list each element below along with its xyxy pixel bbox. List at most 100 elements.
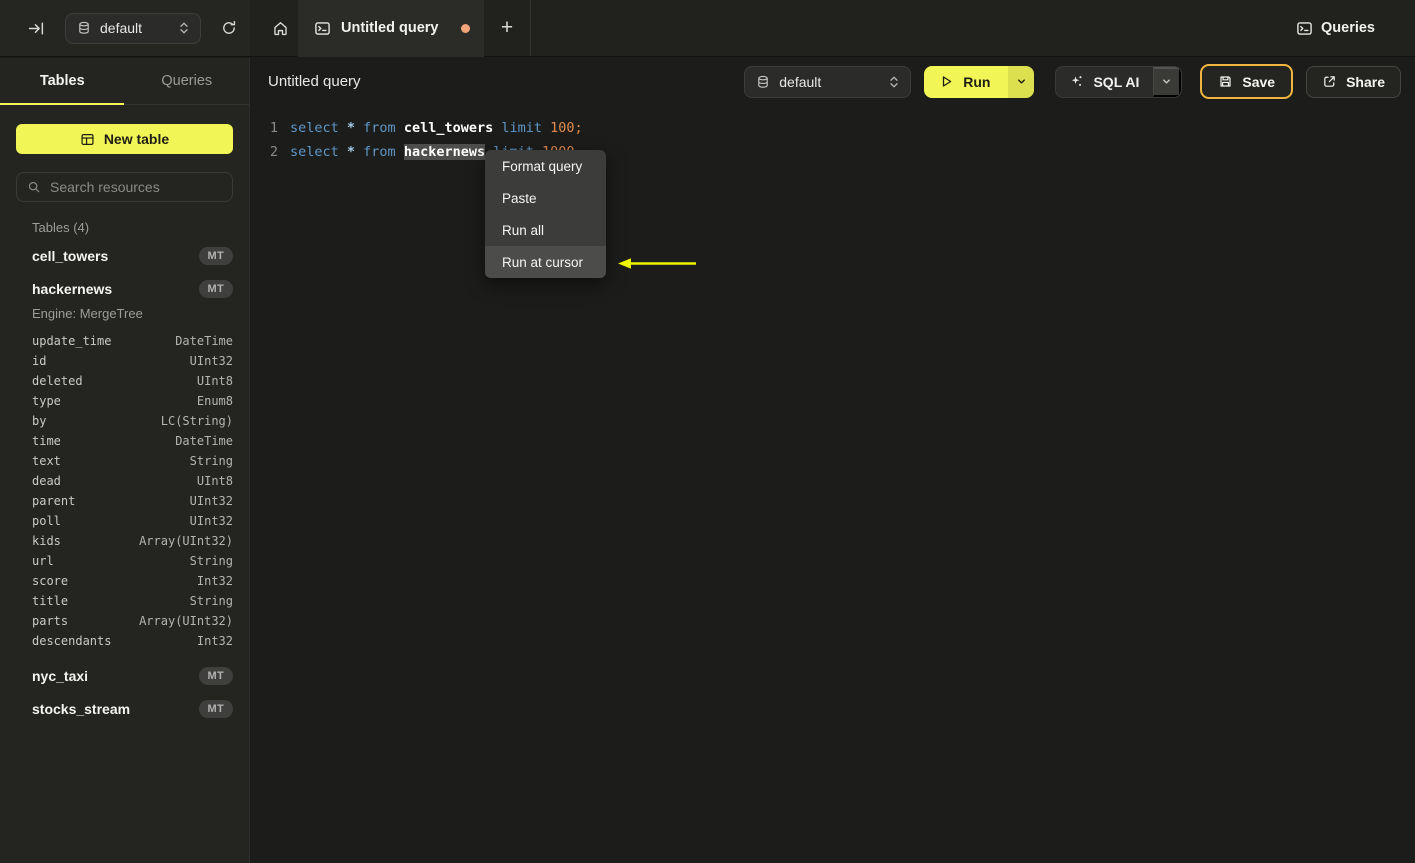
menu-item-paste[interactable]: Paste — [485, 182, 606, 214]
engine-label: Engine: MergeTree — [32, 306, 143, 321]
tab-label: Untitled query — [341, 20, 439, 36]
table-row-cell-towers[interactable]: cell_towers MT — [16, 243, 233, 269]
column-row: score Int32 — [32, 571, 233, 591]
save-button-label: Save — [1242, 73, 1276, 90]
column-name: text — [32, 454, 61, 468]
column-type: DateTime — [175, 434, 233, 448]
code-line-2: 2 select * from hackernews limit 1000 — [250, 140, 1415, 164]
sql-keyword: select — [290, 120, 347, 136]
new-tab-button[interactable]: + — [484, 0, 530, 56]
search-resources-box — [16, 172, 233, 202]
column-name: kids — [32, 534, 61, 548]
collapse-sidebar-icon — [28, 20, 45, 37]
column-type: String — [189, 594, 233, 608]
table-name: cell_towers — [32, 248, 109, 264]
sidebar-tabs: Tables Queries — [0, 58, 249, 105]
engine-badge: MT — [198, 700, 233, 718]
table-name: hackernews — [32, 281, 113, 297]
table-row-stocks-stream[interactable]: stocks_stream MT — [16, 696, 233, 722]
run-button-group: Run — [924, 65, 1035, 98]
column-row: descendants Int32 — [32, 631, 233, 651]
column-type: UInt32 — [189, 494, 233, 508]
query-title: Untitled query — [268, 73, 361, 90]
database-selector-value: default — [779, 73, 822, 90]
sql-keyword: select — [290, 144, 347, 160]
column-name: by — [32, 414, 47, 428]
search-resources-input[interactable] — [50, 179, 222, 195]
database-selector[interactable]: default — [744, 65, 912, 98]
run-button[interactable]: Run — [924, 65, 1009, 98]
share-button[interactable]: Share — [1306, 65, 1401, 98]
column-name: descendants — [32, 634, 112, 648]
play-icon — [939, 74, 954, 89]
chevron-down-icon — [1016, 76, 1027, 87]
column-type: Int32 — [196, 574, 233, 588]
sidebar: Tables Queries New table Tables (4) cell… — [0, 58, 250, 863]
engine-badge: MT — [198, 247, 233, 265]
menu-item-run-at-cursor[interactable]: Run at cursor — [485, 246, 606, 278]
column-row: poll UInt32 — [32, 511, 233, 531]
editor-context-menu: Format query Paste Run all Run at cursor — [485, 150, 606, 278]
terminal-icon — [1296, 20, 1313, 37]
sidebar-tab-tables[interactable]: Tables — [0, 58, 125, 104]
sql-ai-button-group: SQL AI — [1055, 65, 1183, 98]
home-icon — [272, 20, 289, 37]
column-name: url — [32, 554, 54, 568]
column-row: text String — [32, 451, 233, 471]
top-bar-left: default — [0, 0, 250, 56]
column-name: deleted — [32, 374, 83, 388]
column-row: by LC(String) — [32, 411, 233, 431]
line-number: 1 — [269, 120, 278, 136]
chevron-down-icon — [1161, 76, 1172, 87]
column-name: id — [32, 354, 47, 368]
menu-item-format-query[interactable]: Format query — [485, 150, 606, 182]
column-row: update_time DateTime — [32, 331, 233, 351]
column-row: id UInt32 — [32, 351, 233, 371]
menu-item-run-all[interactable]: Run all — [485, 214, 606, 246]
run-options-button[interactable] — [1008, 65, 1035, 98]
sql-number: 100; — [550, 120, 583, 136]
column-name: title — [32, 594, 69, 608]
sql-ai-options-button[interactable] — [1153, 66, 1182, 97]
annotation-arrow-icon — [618, 255, 698, 272]
table-row-hackernews[interactable]: hackernews MT — [16, 276, 233, 302]
column-row: deleted UInt8 — [32, 371, 233, 391]
queries-button-label: Queries — [1321, 20, 1375, 36]
refresh-button[interactable] — [217, 16, 241, 40]
code-text: select * from cell_towers limit 100; — [278, 120, 583, 136]
engine-badge: MT — [198, 280, 233, 298]
database-icon — [77, 21, 91, 35]
column-type: DateTime — [175, 334, 233, 348]
query-toolbar: Untitled query default Run SQL AI Save S… — [250, 58, 1415, 105]
sql-ai-button-label: SQL AI — [1093, 73, 1140, 90]
toolbar-actions: default Run SQL AI Save Share — [744, 64, 1401, 99]
collapse-sidebar-button[interactable] — [24, 16, 49, 41]
new-table-button[interactable]: New table — [16, 124, 233, 154]
column-row: time DateTime — [32, 431, 233, 451]
refresh-icon — [221, 20, 237, 36]
share-icon — [1322, 74, 1337, 89]
table-name: nyc_taxi — [32, 668, 89, 684]
database-selector[interactable]: default — [65, 12, 201, 44]
column-row: title String — [32, 591, 233, 611]
column-name: type — [32, 394, 61, 408]
sidebar-tab-queries[interactable]: Queries — [125, 58, 250, 104]
tab-untitled-query[interactable]: Untitled query — [298, 0, 484, 57]
database-icon — [756, 75, 770, 89]
column-type: Enum8 — [196, 394, 233, 408]
sparkle-icon — [1069, 74, 1084, 89]
queries-button[interactable]: Queries — [1296, 0, 1375, 56]
table-name: stocks_stream — [32, 701, 131, 717]
sql-keyword: from — [363, 120, 404, 136]
sql-editor[interactable]: 1 select * from cell_towers limit 100; 2… — [250, 105, 1415, 863]
sql-ai-button[interactable]: SQL AI — [1056, 67, 1153, 97]
terminal-icon — [314, 20, 331, 37]
engine-badge: MT — [198, 667, 233, 685]
column-name: score — [32, 574, 69, 588]
column-name: update_time — [32, 334, 112, 348]
save-button[interactable]: Save — [1200, 64, 1294, 99]
table-row-nyc-taxi[interactable]: nyc_taxi MT — [16, 663, 233, 689]
database-selector-value: default — [100, 20, 143, 36]
home-button[interactable] — [262, 0, 298, 56]
column-type: UInt8 — [196, 474, 233, 488]
